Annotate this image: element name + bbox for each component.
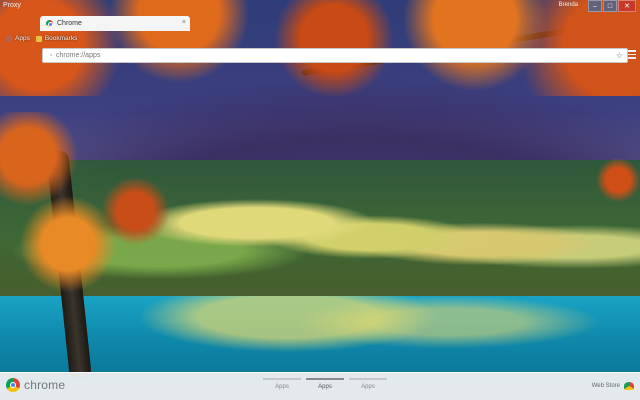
user-name-label[interactable]: Brenda [559, 2, 578, 8]
chrome-favicon-icon [46, 20, 53, 27]
page-tab-apps-2[interactable]: Apps [306, 375, 344, 397]
maximize-button[interactable]: □ [603, 0, 617, 12]
page-tab-apps-3[interactable]: Apps [349, 375, 387, 397]
omnibox[interactable]: ▫ chrome://apps ☆ [42, 48, 628, 63]
page-indicator [263, 378, 301, 380]
hamburger-line [628, 53, 636, 56]
page-label: Apps [361, 384, 375, 390]
ntp-bottom-bar: chrome Apps Apps Apps Web Store [0, 372, 640, 400]
chrome-menu-button[interactable] [628, 49, 636, 60]
web-store-label: Web Store [591, 383, 620, 389]
page-info-icon[interactable]: ▫ [46, 52, 56, 59]
bookmark-folder-bookmarks[interactable]: Bookmarks [35, 35, 78, 42]
bookmark-apps[interactable]: Apps [6, 35, 30, 42]
page-tab-apps-1[interactable]: Apps [263, 375, 301, 397]
window-title-bar[interactable]: Proxy Brenda – □ ✕ [0, 0, 640, 16]
tab-chrome-apps[interactable]: Chrome × [40, 16, 190, 31]
minimize-button[interactable]: – [588, 0, 602, 12]
tab-close-icon[interactable]: × [182, 19, 186, 26]
hamburger-line [628, 50, 636, 52]
omnibox-url[interactable]: chrome://apps [56, 52, 616, 59]
apps-page-switcher: Apps Apps Apps [263, 375, 388, 397]
web-store-icon [624, 382, 634, 390]
bookmark-star-icon[interactable]: ☆ [616, 51, 623, 60]
close-window-button[interactable]: ✕ [618, 0, 636, 12]
web-store-link[interactable]: Web Store [592, 382, 634, 390]
folder-icon [35, 35, 42, 42]
wallpaper-autumn-leaves-left [0, 112, 244, 332]
hamburger-line [628, 57, 636, 59]
chrome-brand-text: chrome [24, 378, 66, 392]
tab-title: Chrome [57, 20, 82, 27]
page-label: Apps [275, 384, 289, 390]
bookmarks-bar: Apps Bookmarks [0, 33, 640, 44]
bookmark-label: Apps [15, 35, 30, 42]
apps-grid-icon [6, 35, 12, 42]
wallpaper-autumn-leaves-right [556, 120, 640, 240]
page-label: Apps [318, 384, 332, 390]
chrome-logo-icon [6, 378, 20, 392]
page-indicator [349, 378, 387, 380]
profile-label[interactable]: Proxy [3, 2, 21, 9]
chrome-brand: chrome [6, 378, 65, 392]
bookmark-label: Bookmarks [44, 35, 78, 42]
page-indicator [306, 378, 344, 380]
window-controls: – □ ✕ [587, 0, 636, 12]
